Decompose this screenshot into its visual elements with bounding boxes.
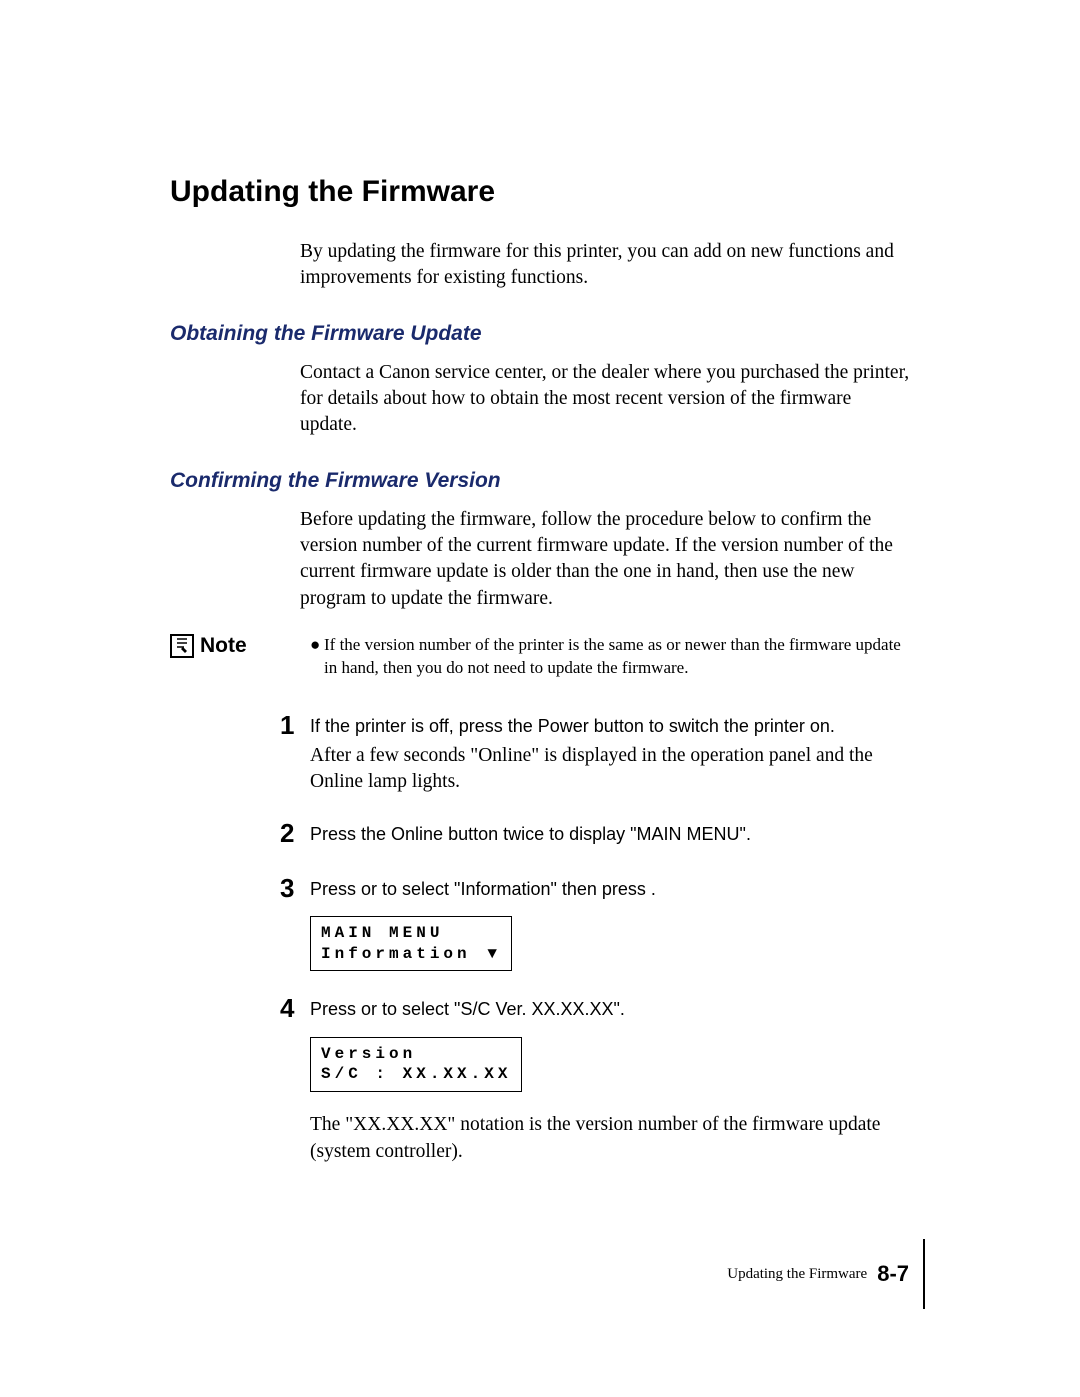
note-icon [170, 634, 194, 658]
lcd-display: Version S/C : XX.XX.XX [310, 1037, 522, 1093]
step-2: 2 Press the Online button twice to displ… [280, 822, 910, 851]
note-label: Note [170, 634, 310, 658]
section-body-confirming: Before updating the firmware, follow the… [300, 507, 910, 612]
down-arrow-icon: ▼ [487, 944, 501, 965]
step-text: The "XX.XX.XX" notation is the version n… [310, 1112, 910, 1165]
footer-text: Updating the Firmware [727, 1266, 867, 1283]
lcd-line-2: S/C : XX.XX.XX [321, 1064, 511, 1085]
step-text: After a few seconds "Online" is displaye… [310, 743, 910, 796]
step-number: 4 [280, 995, 310, 1021]
bullet-dot: ● [310, 634, 324, 680]
step-head: Press or to select "Information" then pr… [310, 877, 910, 902]
section-body-obtaining: Contact a Canon service center, or the d… [300, 360, 910, 439]
page-content: Updating the Firmware By updating the fi… [0, 0, 1080, 1165]
section-heading-obtaining: Obtaining the Firmware Update [170, 322, 910, 346]
note-body: ● If the version number of the printer i… [310, 634, 910, 680]
intro-paragraph: By updating the firmware for this printe… [300, 239, 910, 292]
page-footer: Updating the Firmware 8-7 [727, 1239, 925, 1309]
step-4: 4 Press or to select "S/C Ver. XX.XX.XX"… [280, 997, 910, 1164]
step-3: 3 Press or to select "Information" then … [280, 877, 910, 972]
step-head: Press or to select "S/C Ver. XX.XX.XX". [310, 997, 910, 1022]
step-head: If the printer is off, press the Power b… [310, 714, 910, 739]
step-head: Press the Online button twice to display… [310, 822, 910, 847]
step-number: 2 [280, 820, 310, 846]
lcd-line-1: Version [321, 1044, 511, 1065]
note-label-text: Note [200, 634, 247, 658]
steps-list: 1 If the printer is off, press the Power… [280, 714, 910, 1165]
footer-page-number: 8-7 [877, 1261, 909, 1287]
section-heading-confirming: Confirming the Firmware Version [170, 469, 910, 493]
lcd-line-1: MAIN MENU [321, 923, 501, 944]
step-number: 3 [280, 875, 310, 901]
note-text: If the version number of the printer is … [324, 634, 910, 680]
page-title: Updating the Firmware [170, 175, 910, 209]
lcd-line-2: Information [321, 944, 471, 965]
step-1: 1 If the printer is off, press the Power… [280, 714, 910, 796]
note-block: Note ● If the version number of the prin… [170, 634, 910, 680]
step-number: 1 [280, 712, 310, 738]
lcd-display: MAIN MENU Information ▼ [310, 916, 512, 972]
